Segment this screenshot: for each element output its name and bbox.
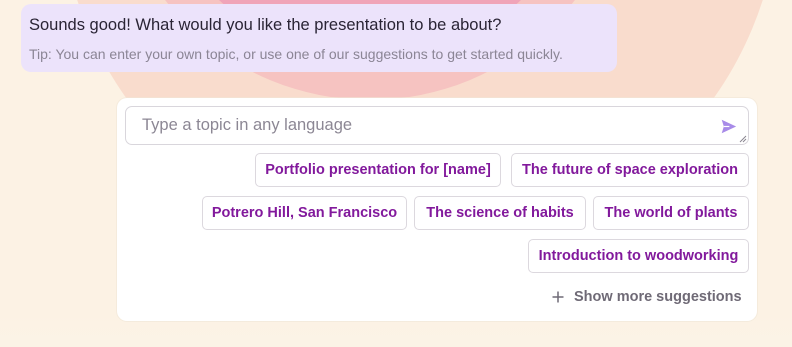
- suggestion-chip[interactable]: Potrero Hill, San Francisco: [202, 196, 407, 230]
- suggestion-chip[interactable]: The world of plants: [593, 196, 749, 230]
- topic-input-box: [125, 106, 749, 145]
- suggestion-chip[interactable]: The science of habits: [414, 196, 586, 230]
- suggestion-chip[interactable]: Portfolio presentation for [name]: [255, 153, 501, 187]
- assistant-tip: Tip: You can enter your own topic, or us…: [29, 46, 563, 62]
- show-more-suggestions-button[interactable]: Show more suggestions: [552, 288, 742, 306]
- plus-icon: [552, 291, 564, 303]
- topic-panel: Portfolio presentation for [name] The fu…: [117, 98, 757, 321]
- assistant-question: Sounds good! What would you like the pre…: [29, 16, 502, 34]
- send-icon[interactable]: [720, 118, 737, 135]
- assistant-message-bubble: Sounds good! What would you like the pre…: [21, 4, 617, 72]
- resize-handle-icon[interactable]: [739, 135, 747, 143]
- topic-input[interactable]: [126, 107, 748, 144]
- suggestion-chip[interactable]: The future of space exploration: [511, 153, 749, 187]
- suggestion-chip[interactable]: Introduction to woodworking: [528, 239, 749, 273]
- show-more-label: Show more suggestions: [574, 289, 742, 305]
